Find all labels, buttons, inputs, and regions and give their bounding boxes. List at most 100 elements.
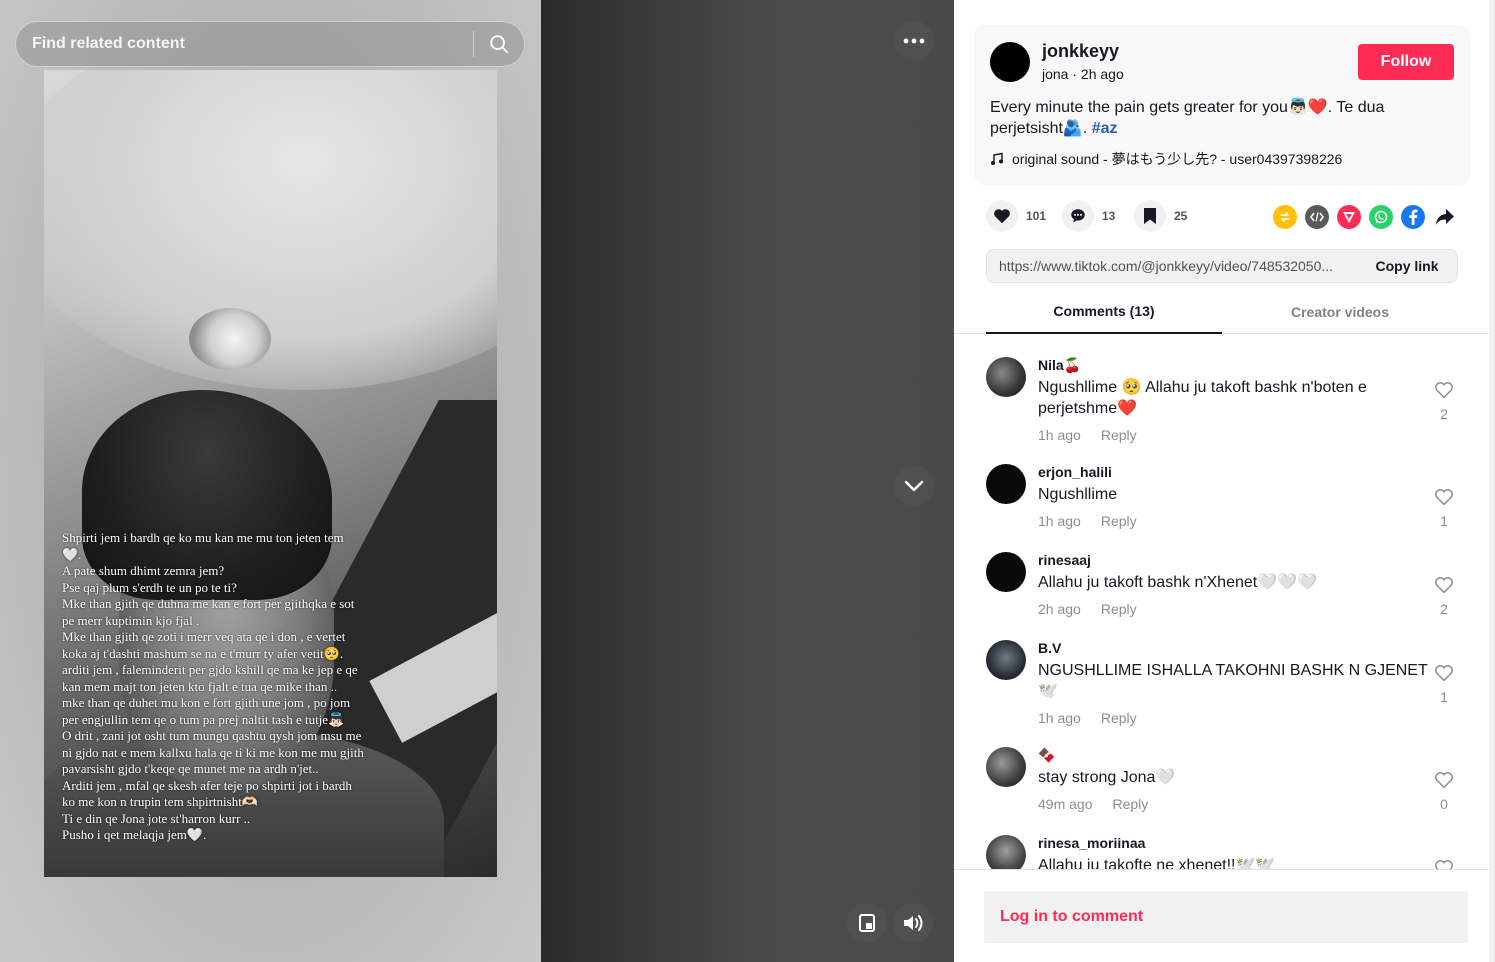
next-video-button[interactable] bbox=[894, 466, 934, 506]
follow-button[interactable]: Follow bbox=[1358, 44, 1454, 80]
like-action[interactable]: 101 bbox=[986, 200, 1046, 232]
detail-panel: jonkkeyy jona · 2h ago Follow Every minu… bbox=[954, 0, 1495, 962]
send-icon[interactable] bbox=[1337, 205, 1361, 229]
comment-reply-button[interactable]: Reply bbox=[1112, 796, 1148, 812]
comment-username[interactable]: erjon_halili bbox=[1038, 464, 1112, 480]
comment-reply-button[interactable]: Reply bbox=[1101, 710, 1137, 726]
save-button[interactable] bbox=[1134, 200, 1166, 232]
comment-meta: 2h ago Reply bbox=[1038, 601, 1137, 617]
comment-action[interactable]: 13 bbox=[1062, 200, 1115, 232]
heart-outline-icon bbox=[1435, 382, 1453, 399]
comment-like-count: 1 bbox=[1440, 513, 1448, 529]
tab-creator-videos[interactable]: Creator videos bbox=[1222, 290, 1458, 334]
post-description: Every minute the pain gets greater for y… bbox=[990, 97, 1430, 139]
comment-avatar[interactable] bbox=[986, 357, 1026, 397]
comment-avatar[interactable] bbox=[986, 835, 1026, 869]
comment-meta: 1h ago Reply bbox=[1038, 513, 1137, 529]
like-button[interactable] bbox=[986, 200, 1018, 232]
comment-username[interactable]: Nila🍒 bbox=[1038, 357, 1081, 374]
comment-item: Nila🍒 Ngushllime 🥺 Allahu ju takoft bash… bbox=[986, 357, 1456, 457]
comment-username[interactable]: B.V bbox=[1038, 640, 1061, 656]
comment-like[interactable]: 1 bbox=[1432, 664, 1456, 705]
comment-text: Ngushllime bbox=[1038, 486, 1118, 503]
music-note-icon bbox=[991, 152, 1003, 165]
comment-time: 2h ago bbox=[1038, 601, 1081, 617]
action-bar: 101 13 25 bbox=[986, 200, 1456, 234]
comment-item: erjon_halili Ngushllime 1h ago Reply 1 bbox=[986, 464, 1456, 544]
video-overlay-text: Shpirti jem i bardh qe ko mu kan me mu t… bbox=[62, 530, 364, 842]
picture-in-picture-button[interactable] bbox=[847, 903, 887, 943]
comment-like[interactable] bbox=[1432, 859, 1456, 869]
comment-button[interactable] bbox=[1062, 200, 1094, 232]
comment-like-count: 2 bbox=[1440, 601, 1448, 617]
more-options-button[interactable] bbox=[894, 21, 934, 61]
like-count: 101 bbox=[1026, 209, 1047, 223]
heart-outline-icon bbox=[1435, 772, 1453, 789]
comment-like[interactable]: 0 bbox=[1432, 771, 1456, 812]
author-avatar[interactable] bbox=[990, 42, 1030, 82]
pip-icon bbox=[859, 914, 875, 932]
comment-meta: 49m ago Reply bbox=[1038, 796, 1148, 812]
comment-avatar[interactable] bbox=[986, 640, 1026, 680]
share-arrow-icon[interactable] bbox=[1433, 205, 1457, 229]
comment-item: 🍫 stay strong Jona🤍 49m ago Reply 0 bbox=[986, 747, 1456, 827]
bookmark-icon bbox=[1144, 208, 1156, 224]
comment-reply-button[interactable]: Reply bbox=[1101, 513, 1137, 529]
search-button[interactable] bbox=[474, 22, 524, 66]
comment-reply-button[interactable]: Reply bbox=[1101, 427, 1137, 443]
comment-list: Nila🍒 Ngushllime 🥺 Allahu ju takoft bash… bbox=[954, 335, 1490, 869]
comment-text: Allahu ju takoft bashk n'Xhenet🤍🤍🤍 bbox=[1038, 574, 1317, 591]
tab-comments[interactable]: Comments (13) bbox=[986, 290, 1222, 334]
comment-time: 1h ago bbox=[1038, 427, 1081, 443]
comment-item: B.V NGUSHLLIME ISHALLA TAKOHNI BASHK N G… bbox=[986, 640, 1456, 740]
search-icon bbox=[490, 35, 509, 54]
author-subtitle: jona · 2h ago bbox=[1042, 66, 1124, 82]
post-info-card: jonkkeyy jona · 2h ago Follow Every minu… bbox=[974, 25, 1470, 185]
comment-text: stay strong Jona🤍 bbox=[1038, 769, 1176, 786]
post-description-text: Every minute the pain gets greater for y… bbox=[990, 99, 1385, 137]
comment-username[interactable]: rinesa_moriinaa bbox=[1038, 835, 1145, 851]
volume-button[interactable] bbox=[893, 903, 933, 943]
comment-avatar[interactable] bbox=[986, 552, 1026, 592]
link-copy-bar: https://www.tiktok.com/@jonkkeyy/video/7… bbox=[986, 249, 1458, 283]
save-action[interactable]: 25 bbox=[1134, 200, 1187, 232]
facebook-icon[interactable] bbox=[1401, 205, 1425, 229]
comment-reply-button[interactable]: Reply bbox=[1101, 601, 1137, 617]
comment-time: 49m ago bbox=[1038, 796, 1093, 812]
login-to-comment-button[interactable]: Log in to comment bbox=[984, 891, 1468, 943]
hashtag-link[interactable]: #az bbox=[1092, 120, 1118, 137]
embed-icon[interactable] bbox=[1305, 205, 1329, 229]
comment-time: 1h ago bbox=[1038, 513, 1081, 529]
comment-avatar[interactable] bbox=[986, 747, 1026, 787]
comment-username[interactable]: rinesaaj bbox=[1038, 552, 1091, 568]
video-dark-background bbox=[541, 0, 954, 962]
heart-outline-icon bbox=[1435, 489, 1453, 506]
comment-meta: 1h ago Reply bbox=[1038, 710, 1137, 726]
repost-icon[interactable] bbox=[1273, 205, 1297, 229]
panel-scrollbar[interactable] bbox=[1489, 0, 1495, 962]
post-time: 2h ago bbox=[1080, 66, 1124, 82]
comment-avatar[interactable] bbox=[986, 464, 1026, 504]
copy-link-button[interactable]: Copy link bbox=[1357, 250, 1457, 282]
comment-like[interactable]: 2 bbox=[1432, 381, 1456, 422]
heart-outline-icon bbox=[1435, 665, 1453, 682]
author-username[interactable]: jonkkeyy bbox=[1042, 41, 1119, 62]
video-link-text[interactable]: https://www.tiktok.com/@jonkkeyy/video/7… bbox=[987, 258, 1357, 274]
comment-meta: 1h ago Reply bbox=[1038, 427, 1137, 443]
comment-like[interactable]: 2 bbox=[1432, 576, 1456, 617]
comment-text: Allahu ju takofte ne xhenet!!🕊️🕊️ bbox=[1038, 857, 1276, 869]
music-link[interactable]: original sound - 夢はもう少し先? - user04397398… bbox=[990, 149, 1342, 169]
heart-icon bbox=[994, 209, 1010, 224]
more-dots-icon bbox=[903, 38, 925, 44]
video-player[interactable]: Shpirti jem i bardh qe ko mu kan me mu t… bbox=[0, 0, 954, 962]
comment-item: rinesa_moriinaa Allahu ju takofte ne xhe… bbox=[986, 835, 1456, 869]
search-bar[interactable] bbox=[15, 21, 525, 67]
save-count: 25 bbox=[1174, 209, 1188, 223]
comment-text: NGUSHLLIME ISHALLA TAKOHNI BASHK N GJENE… bbox=[1038, 662, 1428, 700]
whatsapp-icon[interactable] bbox=[1369, 205, 1393, 229]
search-input[interactable] bbox=[16, 22, 473, 66]
author-separator: · bbox=[1068, 66, 1081, 82]
comment-username[interactable]: 🍫 bbox=[1038, 747, 1055, 764]
video-ceiling-lamp bbox=[189, 308, 271, 370]
comment-like[interactable]: 1 bbox=[1432, 488, 1456, 529]
